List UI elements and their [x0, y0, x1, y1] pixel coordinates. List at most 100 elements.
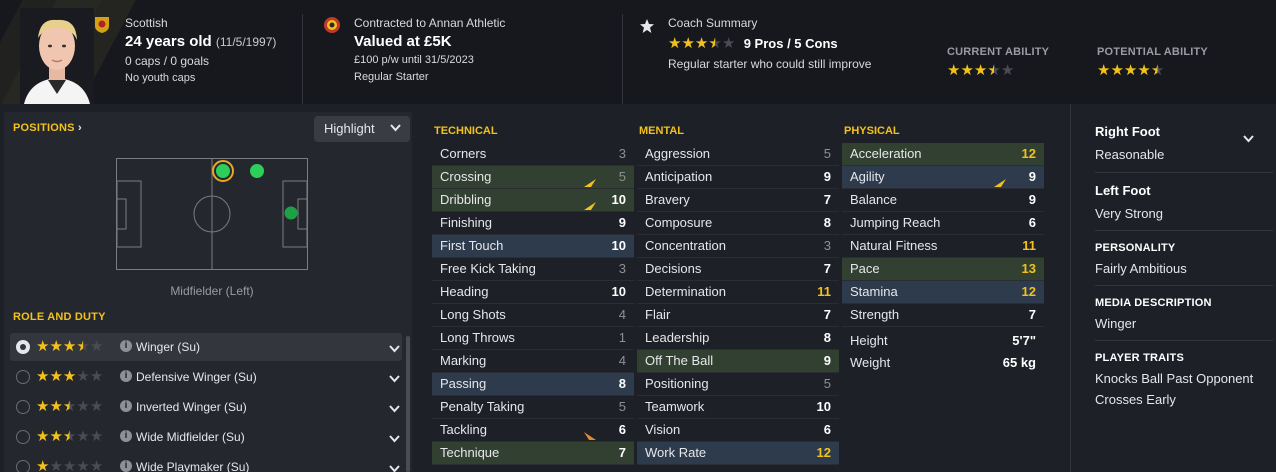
attribute-row[interactable]: Positioning 5	[637, 373, 839, 396]
highlight-dropdown[interactable]: Highlight	[314, 116, 410, 142]
attribute-value: 3	[618, 261, 626, 276]
attribute-row[interactable]: Pace 13	[842, 258, 1044, 281]
info-icon[interactable]: i	[120, 340, 132, 352]
radio-selected-icon[interactable]	[16, 340, 30, 354]
attribute-row[interactable]: Passing 8	[432, 373, 634, 396]
chevron-down-icon[interactable]	[389, 402, 400, 416]
info-icon[interactable]: i	[120, 460, 132, 472]
attribute-row[interactable]: Stamina 12	[842, 281, 1044, 304]
attribute-row[interactable]: Heading 10	[432, 281, 634, 304]
attribute-row[interactable]: Composure 8	[637, 212, 839, 235]
attribute-name: Long Shots	[440, 307, 506, 322]
attribute-row[interactable]: Crossing 5	[432, 166, 634, 189]
wage-text: £100 p/w until 31/5/2023	[354, 54, 474, 66]
pros-cons[interactable]: 9 Pros / 5 Cons	[744, 36, 838, 51]
current-ability-stars: ★★★★★	[947, 62, 1015, 79]
attribute-row[interactable]: Flair 7	[637, 304, 839, 327]
attribute-row[interactable]: Dribbling 10	[432, 189, 634, 212]
attribute-row[interactable]: Acceleration 12	[842, 143, 1044, 166]
attribute-row[interactable]: Leadership 8	[637, 327, 839, 350]
role-row[interactable]: ★★★★★ i Wide Midfielder (Su)	[10, 423, 402, 451]
info-icon[interactable]: i	[120, 400, 132, 412]
attribute-row[interactable]: Work Rate 12	[637, 442, 839, 465]
attribute-value: 3	[618, 146, 626, 161]
contract-club[interactable]: Contracted to Annan Athletic	[354, 16, 505, 30]
chevron-down-icon[interactable]	[389, 372, 400, 386]
attribute-row[interactable]: Natural Fitness 11	[842, 235, 1044, 258]
attribute-value: 10	[611, 238, 626, 253]
player-age: 24 years old (11/5/1997)	[125, 33, 276, 50]
attribute-row[interactable]: Free Kick Taking 3	[432, 258, 634, 281]
position-marker-ml[interactable]	[216, 164, 230, 178]
chevron-down-icon[interactable]	[389, 432, 400, 446]
attribute-row[interactable]: Technique 7	[432, 442, 634, 465]
radio-icon[interactable]	[16, 460, 30, 472]
attribute-name: Balance	[850, 192, 897, 207]
attribute-row[interactable]: Marking 4	[432, 350, 634, 373]
trait-item[interactable]: Crosses Early	[1095, 392, 1253, 407]
player-traits-label: PLAYER TRAITS	[1095, 352, 1184, 364]
attribute-value: 8	[618, 376, 626, 391]
attribute-row[interactable]: Corners 3	[432, 143, 634, 166]
position-marker-st[interactable]	[284, 206, 298, 220]
radio-icon[interactable]	[16, 400, 30, 414]
attribute-row[interactable]: First Touch 10	[432, 235, 634, 258]
info-icon[interactable]: i	[120, 430, 132, 442]
attribute-row[interactable]: Bravery 7	[637, 189, 839, 212]
role-name: Wide Midfielder (Su)	[136, 430, 245, 444]
attribute-row[interactable]: Vision 6	[637, 419, 839, 442]
chevron-down-icon[interactable]	[389, 462, 400, 472]
attribute-row[interactable]: Penalty Taking 5	[432, 396, 634, 419]
right-foot-block: Right Foot Reasonable	[1095, 124, 1164, 162]
attribute-row[interactable]: Balance 9	[842, 189, 1044, 212]
role-row[interactable]: ★★★★★ i Wide Playmaker (Su)	[10, 453, 402, 472]
attribute-name: Penalty Taking	[440, 399, 525, 414]
attribute-name: Pace	[850, 261, 880, 276]
attribute-name: Technique	[440, 445, 500, 460]
trait-item[interactable]: Knocks Ball Past Opponent	[1095, 371, 1253, 386]
attribute-row[interactable]: Concentration 3	[637, 235, 839, 258]
info-icon[interactable]: i	[120, 370, 132, 382]
role-row[interactable]: ★★★★★ i Inverted Winger (Su)	[10, 393, 402, 421]
attribute-row[interactable]: Agility 9	[842, 166, 1044, 189]
attribute-row[interactable]: Off The Ball 9	[637, 350, 839, 373]
chevron-down-icon[interactable]	[1243, 130, 1254, 148]
attribute-name: Agility	[850, 169, 885, 184]
chevron-down-icon[interactable]	[389, 342, 400, 356]
attribute-row[interactable]: Aggression 5	[637, 143, 839, 166]
attribute-row[interactable]: Anticipation 9	[637, 166, 839, 189]
radio-icon[interactable]	[16, 430, 30, 444]
attribute-name: Dribbling	[440, 192, 492, 207]
attribute-name: Teamwork	[645, 399, 705, 414]
profile-panel: Right Foot Reasonable Left Foot Very Str…	[1070, 104, 1276, 472]
right-foot-value: Reasonable	[1095, 147, 1165, 162]
role-row[interactable]: ★★★★★ i Defensive Winger (Su)	[10, 363, 402, 391]
attribute-row[interactable]: Decisions 7	[637, 258, 839, 281]
attribute-value: 7	[823, 192, 831, 207]
attribute-row[interactable]: Tackling 6	[432, 419, 634, 442]
attribute-name: Anticipation	[645, 169, 713, 184]
radio-icon[interactable]	[16, 370, 30, 384]
positions-title[interactable]: POSITIONS ›	[13, 122, 82, 134]
contract-block: Contracted to Annan Athletic Valued at £…	[354, 16, 505, 86]
attribute-name: Leadership	[645, 330, 710, 345]
roles-scrollbar[interactable]	[406, 336, 410, 472]
attribute-row[interactable]: Strength 7	[842, 304, 1044, 327]
attribute-row[interactable]: Determination 11	[637, 281, 839, 304]
attribute-row[interactable]: Jumping Reach 6	[842, 212, 1044, 235]
attribute-name: Corners	[440, 146, 487, 161]
attribute-name: Work Rate	[645, 445, 707, 460]
height-value: 5'7"	[1012, 333, 1036, 348]
header-divider	[622, 14, 623, 104]
attribute-row[interactable]: Long Throws 1	[432, 327, 634, 350]
attribute-value: 11	[817, 284, 831, 299]
attribute-row[interactable]: Teamwork 10	[637, 396, 839, 419]
position-marker-aml[interactable]	[250, 164, 264, 178]
attribute-name: Marking	[440, 353, 487, 368]
role-row[interactable]: ★★★★★ i Winger (Su)	[10, 333, 402, 361]
attribute-row[interactable]: Finishing 9	[432, 212, 634, 235]
attribute-value: 8	[823, 215, 831, 230]
attribute-name: Natural Fitness	[850, 238, 938, 253]
role-name: Inverted Winger (Su)	[136, 400, 247, 414]
attribute-row[interactable]: Long Shots 4	[432, 304, 634, 327]
